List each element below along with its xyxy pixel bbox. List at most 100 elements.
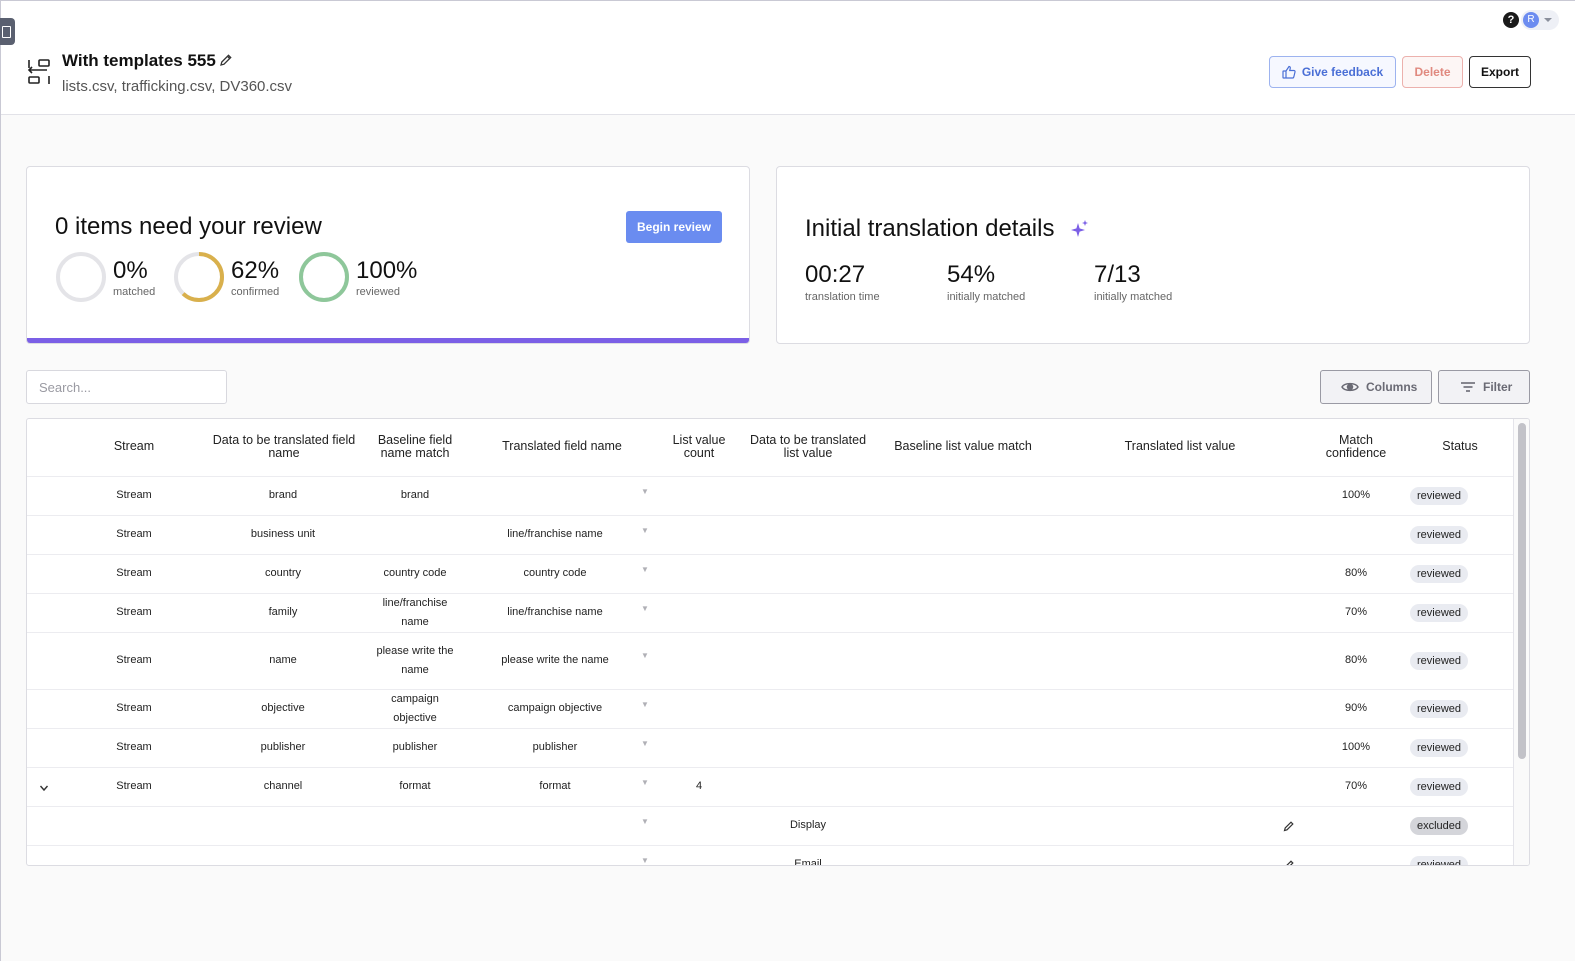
translated-field-cell[interactable]: country code bbox=[487, 564, 623, 583]
stream-cell: Stream bbox=[116, 780, 152, 792]
confidence-cell: 100% bbox=[1341, 741, 1371, 753]
chevron-down-icon[interactable]: ▼ bbox=[641, 700, 649, 709]
header-stream[interactable]: Stream bbox=[99, 440, 169, 453]
chevron-down-icon[interactable]: ▼ bbox=[641, 778, 649, 787]
header-translated-field-name[interactable]: Translated field name bbox=[487, 440, 637, 453]
translated-field-cell[interactable]: please write the name bbox=[487, 651, 623, 670]
status-badge: reviewed bbox=[1410, 526, 1468, 544]
collapse-row-icon[interactable] bbox=[39, 783, 49, 793]
table-row[interactable]: Stream brand brand ▼ 100% reviewed bbox=[27, 476, 1514, 515]
translated-field-cell[interactable]: line/franchise name bbox=[487, 525, 623, 544]
status-badge: reviewed bbox=[1410, 700, 1468, 718]
user-menu[interactable]: R bbox=[1521, 10, 1559, 30]
translated-field-cell[interactable]: line/franchise name bbox=[487, 603, 623, 622]
confidence-cell: 70% bbox=[1344, 606, 1368, 618]
header-match-confidence[interactable]: Match confidence bbox=[1317, 434, 1395, 460]
thumbs-up-icon bbox=[1282, 65, 1296, 79]
baseline-field-cell[interactable]: format bbox=[367, 777, 463, 796]
stream-cell: Stream bbox=[116, 654, 152, 666]
header-list-value-count[interactable]: List value count bbox=[664, 434, 734, 460]
confidence-cell: 80% bbox=[1344, 567, 1368, 579]
matched-progress-ring bbox=[56, 252, 106, 302]
sparkle-icon bbox=[1071, 220, 1088, 237]
sidebar-toggle-icon[interactable] bbox=[0, 18, 15, 45]
status-badge: reviewed bbox=[1410, 856, 1468, 865]
header-baseline-list-value[interactable]: Baseline list value match bbox=[883, 440, 1043, 453]
ring-progress bbox=[299, 252, 349, 302]
help-icon[interactable]: ? bbox=[1503, 12, 1519, 28]
translated-field-cell[interactable]: format bbox=[487, 777, 623, 796]
edit-title-icon[interactable] bbox=[219, 53, 233, 67]
chevron-down-icon[interactable]: ▼ bbox=[641, 856, 649, 865]
table-scrollbar[interactable] bbox=[1513, 419, 1529, 865]
initially-matched-count-value: 7/13 bbox=[1094, 261, 1141, 288]
chevron-down-icon[interactable]: ▼ bbox=[641, 651, 649, 660]
eye-icon bbox=[1341, 382, 1359, 392]
review-heading: 0 items need your review bbox=[55, 213, 322, 240]
status-badge: reviewed bbox=[1410, 739, 1468, 757]
table-row[interactable]: Stream channel format format ▼ 4 70% rev… bbox=[27, 767, 1514, 806]
table-row[interactable]: Stream business unit line/franchise name… bbox=[27, 515, 1514, 554]
give-feedback-button[interactable]: Give feedback bbox=[1269, 56, 1396, 88]
review-summary-card: 0 items need your review Begin review 0%… bbox=[26, 166, 750, 344]
page-title: With templates 555 bbox=[62, 51, 216, 70]
export-button[interactable]: Export bbox=[1469, 56, 1531, 88]
baseline-field-cell[interactable]: line/franchise name bbox=[372, 594, 458, 632]
translation-table: Stream Data to be translated field name … bbox=[26, 418, 1530, 866]
list-value-row[interactable]: ▼ Email reviewed bbox=[27, 845, 1514, 866]
confirmed-label: confirmed bbox=[231, 286, 280, 298]
initially-matched-percent-stat: 54% initially matched bbox=[947, 261, 1025, 303]
status-badge: reviewed bbox=[1410, 778, 1468, 796]
chevron-down-icon[interactable]: ▼ bbox=[641, 817, 649, 826]
filter-label: Filter bbox=[1483, 380, 1513, 394]
baseline-field-cell[interactable]: please write the name bbox=[367, 642, 463, 680]
baseline-field-cell[interactable]: publisher bbox=[367, 738, 463, 757]
stream-cell: Stream bbox=[116, 489, 152, 501]
initially-matched-percent-label: initially matched bbox=[947, 291, 1026, 303]
columns-button[interactable]: Columns bbox=[1320, 370, 1432, 404]
data-field-cell: publisher bbox=[260, 741, 306, 753]
baseline-field-cell[interactable]: brand bbox=[367, 486, 463, 505]
table-row[interactable]: Stream country country code country code… bbox=[27, 554, 1514, 593]
translation-time-label: translation time bbox=[805, 291, 880, 303]
filter-button[interactable]: Filter bbox=[1438, 370, 1530, 404]
confirmed-progress-ring bbox=[174, 252, 224, 302]
give-feedback-label: Give feedback bbox=[1301, 65, 1384, 79]
list-value-row[interactable]: ▼ Display excluded bbox=[27, 806, 1514, 845]
mapping-icon bbox=[27, 59, 50, 84]
header-data-field-name[interactable]: Data to be translated field name bbox=[209, 434, 359, 460]
matched-label: matched bbox=[113, 286, 156, 298]
avatar: R bbox=[1523, 12, 1539, 28]
confirmed-value: 62% bbox=[231, 257, 280, 284]
chevron-down-icon[interactable]: ▼ bbox=[641, 526, 649, 535]
window-left-border bbox=[0, 0, 1, 961]
begin-review-button[interactable]: Begin review bbox=[626, 211, 722, 243]
table-row[interactable]: Stream objective campaign objective camp… bbox=[27, 689, 1514, 728]
list-count-cell: 4 bbox=[695, 780, 703, 792]
search-input[interactable] bbox=[26, 370, 227, 404]
edit-icon[interactable] bbox=[1283, 820, 1295, 832]
header-data-list-value[interactable]: Data to be translated list value bbox=[743, 434, 873, 460]
table-row[interactable]: Stream publisher publisher publisher ▼ 1… bbox=[27, 728, 1514, 767]
baseline-field-cell[interactable]: campaign objective bbox=[382, 690, 448, 728]
header-status[interactable]: Status bbox=[1427, 440, 1493, 453]
reviewed-progress-ring bbox=[299, 252, 349, 302]
header-baseline-field-name[interactable]: Baseline field name match bbox=[367, 434, 463, 460]
header-translated-list-value[interactable]: Translated list value bbox=[1107, 440, 1253, 453]
initial-translation-card: Initial translation details 00:27 transl… bbox=[776, 166, 1530, 344]
translated-field-cell[interactable]: campaign objective bbox=[487, 699, 623, 718]
chevron-down-icon[interactable]: ▼ bbox=[641, 739, 649, 748]
chevron-down-icon[interactable]: ▼ bbox=[641, 604, 649, 613]
columns-label: Columns bbox=[1366, 380, 1418, 394]
edit-icon[interactable] bbox=[1283, 859, 1295, 866]
table-scrollbar-thumb[interactable] bbox=[1518, 423, 1526, 759]
data-field-cell: channel bbox=[263, 780, 303, 792]
chevron-down-icon[interactable]: ▼ bbox=[641, 487, 649, 496]
table-row[interactable]: Stream family line/franchise name line/f… bbox=[27, 593, 1514, 632]
baseline-field-cell[interactable]: country code bbox=[367, 564, 463, 583]
translated-field-cell[interactable]: publisher bbox=[487, 738, 623, 757]
delete-button[interactable]: Delete bbox=[1402, 56, 1463, 88]
chevron-down-icon[interactable]: ▼ bbox=[641, 565, 649, 574]
table-row[interactable]: Stream name please write the name please… bbox=[27, 632, 1514, 689]
stream-cell: Stream bbox=[116, 567, 152, 579]
